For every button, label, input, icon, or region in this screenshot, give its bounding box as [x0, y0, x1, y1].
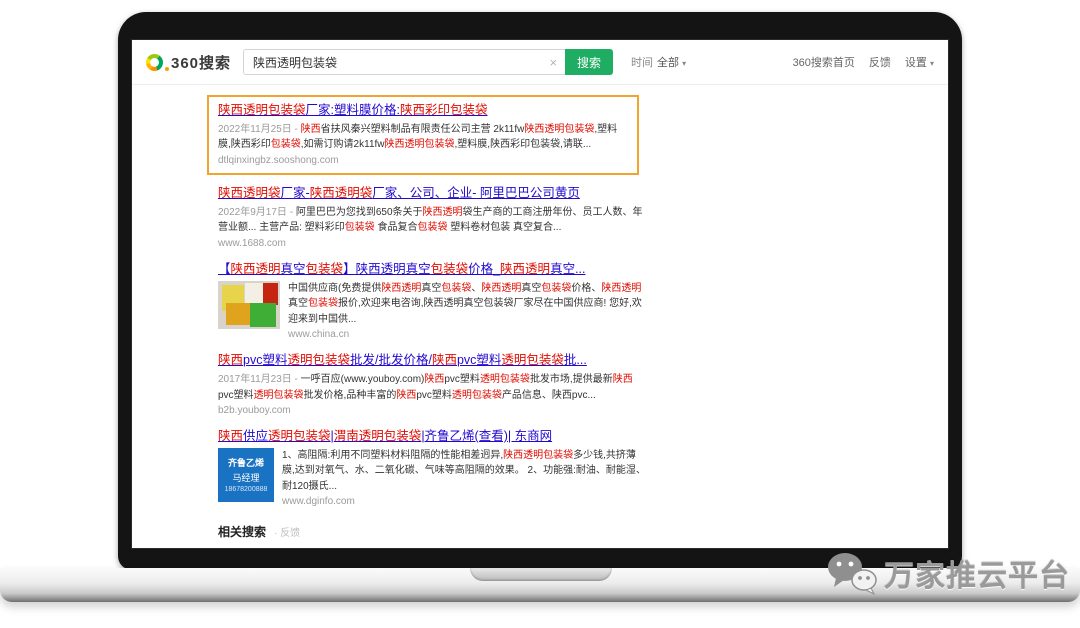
360-search-logo[interactable]: 360搜索: [146, 52, 231, 73]
settings-dropdown[interactable]: 设置 ▾: [905, 54, 934, 70]
logo-text: 360搜索: [171, 52, 231, 73]
chevron-down-icon: ▾: [930, 59, 934, 68]
result-snippet: 中国供应商(免费提供陕西透明真空包装袋、陕西透明真空包装袋价格、陕西透明真空包装…: [288, 281, 648, 328]
result-snippet: 2022年11月25日 - 陕西省扶风秦兴塑料制品有限责任公司主营 2k11fw…: [218, 122, 628, 153]
related-title-text: 相关搜索: [218, 525, 266, 539]
time-filter-label: 时间: [631, 57, 653, 69]
search-header: 360搜索 × 搜索 时间全部 ▾ 360搜索首页 反馈 设置 ▾: [132, 40, 948, 85]
result-title-link[interactable]: 陕西供应透明包装袋|渭南透明包装袋|齐鲁乙烯(查看)| 东商网: [218, 428, 648, 445]
time-filter-dropdown[interactable]: 时间全部 ▾: [631, 54, 686, 70]
clear-search-icon[interactable]: ×: [547, 55, 559, 70]
thumb-phone: 18678200888: [225, 486, 268, 493]
results-list: 陕西透明包装袋厂家:塑料膜价格:陕西彩印包装袋 2022年11月25日 - 陕西…: [132, 85, 692, 548]
feedback-link[interactable]: 反馈: [869, 54, 891, 70]
result-thumbnail-image[interactable]: [218, 281, 280, 329]
result-5: 陕西供应透明包装袋|渭南透明包装袋|齐鲁乙烯(查看)| 东商网 齐鲁乙烯 马经理…: [218, 428, 648, 507]
watermark: 万家推云平台: [826, 551, 1070, 595]
result-title-link[interactable]: 陕西透明袋厂家-陕西透明袋厂家、公司、企业- 阿里巴巴公司黄页: [218, 185, 648, 202]
result-3: 【陕西透明真空包装袋】陕西透明真空包装袋价格_陕西透明真空... 中国供应商(免…: [218, 261, 648, 340]
result-1-highlight-box: 陕西透明包装袋厂家:塑料膜价格:陕西彩印包装袋 2022年11月25日 - 陕西…: [207, 95, 639, 175]
result-title-link[interactable]: 陕西pvc塑料透明包装袋批发/批发价格/陕西pvc塑料透明包装袋批...: [218, 352, 648, 369]
result-4: 陕西pvc塑料透明包装袋批发/批发价格/陕西pvc塑料透明包装袋批... 201…: [218, 352, 648, 416]
home-link[interactable]: 360搜索首页: [793, 54, 855, 70]
related-searches: 相关搜索· 反馈 西安彩印袋 陕西食品包装袋质量好 包装袋2025 西安包装盒 …: [218, 523, 692, 548]
result-url: www.china.cn: [288, 329, 648, 340]
screenshot-stage: 360搜索 × 搜索 时间全部 ▾ 360搜索首页 反馈 设置 ▾: [0, 0, 1080, 628]
result-title-link[interactable]: 【陕西透明真空包装袋】陕西透明真空包装袋价格_陕西透明真空...: [218, 261, 648, 278]
360-logo-dot-icon: [165, 67, 169, 71]
result-url: www.1688.com: [218, 238, 648, 249]
related-feedback-link[interactable]: · 反馈: [274, 528, 300, 539]
wechat-icon: [826, 551, 878, 595]
related-searches-title: 相关搜索 · 反馈: [218, 523, 692, 540]
thumb-contact: 马经理: [232, 471, 259, 484]
search-box: ×: [243, 49, 565, 75]
thumb-bag-green: [250, 303, 276, 327]
laptop-hinge-notch: [470, 568, 612, 581]
result-snippet: 1、高阻隔:利用不同塑料材料阻隔的性能相差迥异,陕西透明包装袋多少钱,共挤薄膜,…: [282, 448, 648, 495]
chevron-down-icon: ▾: [682, 59, 686, 68]
result-thumbnail-card[interactable]: 齐鲁乙烯 马经理 18678200888: [218, 448, 274, 502]
watermark-text: 万家推云平台: [884, 551, 1070, 595]
thumb-company: 齐鲁乙烯: [228, 456, 264, 469]
search-button[interactable]: 搜索: [565, 49, 613, 75]
thumb-bag-red: [263, 283, 278, 305]
360-ring-icon: [146, 54, 163, 71]
thumb-bag-orange: [226, 303, 250, 325]
result-snippet: 2022年9月17日 - 阿里巴巴为您找到650条关于陕西透明袋生产商的工商注册…: [218, 205, 648, 236]
result-url: dtlqinxingbz.sooshong.com: [218, 155, 628, 166]
search-input[interactable]: [253, 55, 547, 69]
result-url: b2b.youboy.com: [218, 405, 648, 416]
header-links: 360搜索首页 反馈 设置 ▾: [793, 54, 934, 70]
result-url: www.dginfo.com: [282, 496, 648, 507]
result-snippet: 2017年11月23日 - 一呼百应(www.youboy.com)陕西pvc塑…: [218, 372, 648, 403]
result-2: 陕西透明袋厂家-陕西透明袋厂家、公司、企业- 阿里巴巴公司黄页 2022年9月1…: [218, 185, 648, 249]
laptop-screen: 360搜索 × 搜索 时间全部 ▾ 360搜索首页 反馈 设置 ▾: [132, 40, 948, 548]
result-title-link[interactable]: 陕西透明包装袋厂家:塑料膜价格:陕西彩印包装袋: [218, 102, 628, 119]
time-filter-value: 全部: [657, 57, 679, 69]
search-bar: × 搜索: [243, 49, 613, 75]
settings-label: 设置: [905, 57, 927, 69]
